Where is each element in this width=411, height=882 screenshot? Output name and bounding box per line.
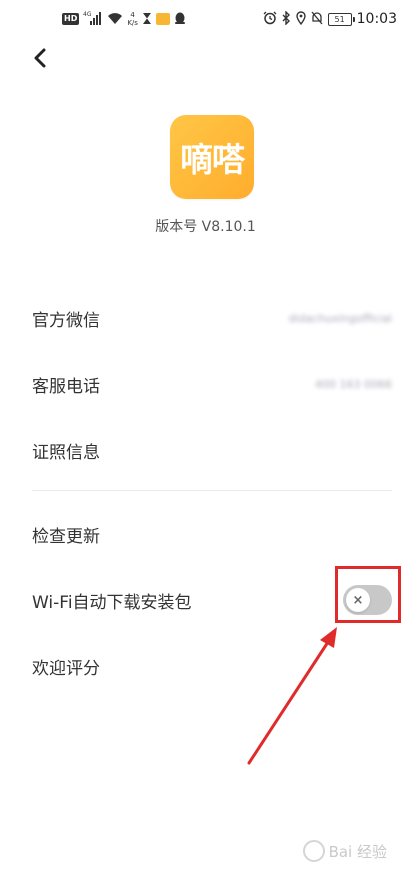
network-speed-value: 4 — [130, 11, 135, 19]
hd-badge: HD — [62, 13, 80, 25]
network-type-label: 4G — [83, 11, 92, 18]
row-official-wechat[interactable]: 官方微信 didachuxingofficial — [32, 298, 392, 338]
status-bar-right: 51 10:03 — [263, 9, 397, 29]
row-official-wechat-value: didachuxingofficial — [288, 311, 392, 325]
row-rate-us[interactable]: 欢迎评分 — [32, 646, 392, 686]
row-check-update-label: 检查更新 — [32, 526, 100, 547]
signal-icon: 4G — [83, 10, 103, 29]
row-service-phone-label: 客服电话 — [32, 376, 100, 397]
app-notification-icon — [155, 13, 170, 25]
section-divider — [32, 490, 392, 491]
version-label: 版本号 V8.10.1 — [155, 219, 256, 235]
row-wifi-auto-download: Wi-Fi自动下载安装包 — [32, 580, 332, 620]
app-logo: 嘀嗒 — [170, 115, 254, 199]
row-rate-us-label: 欢迎评分 — [32, 658, 100, 679]
watermark-text: Bai 经验 — [328, 842, 387, 861]
chevron-left-icon — [32, 47, 48, 73]
qq-penguin-icon — [174, 10, 186, 29]
baidu-paw-icon — [302, 840, 325, 862]
network-speed: 4 K/s — [127, 11, 138, 27]
row-service-phone[interactable]: 客服电话 400 163 0066 — [32, 364, 392, 404]
status-bar: HD 4G 4 K/s 51 10:03 — [0, 0, 411, 40]
app-logo-text: 嘀嗒 — [180, 140, 245, 179]
status-bar-left: HD 4G 4 K/s — [62, 10, 186, 28]
row-license-info[interactable]: 证照信息 — [32, 430, 392, 470]
row-wifi-auto-download-label: Wi-Fi自动下载安装包 — [32, 592, 192, 613]
battery-indicator: 51 — [327, 12, 355, 26]
back-button[interactable] — [26, 46, 54, 74]
location-icon — [295, 10, 306, 29]
row-service-phone-value: 400 163 0066 — [315, 377, 392, 391]
alarm-icon — [263, 10, 277, 29]
annotation-highlight-box — [335, 566, 401, 623]
row-official-wechat-label: 官方微信 — [32, 310, 100, 331]
mute-bell-icon — [311, 10, 323, 29]
wifi-icon — [107, 10, 123, 29]
hourglass-icon — [142, 10, 152, 29]
watermark: Bai 经验 — [302, 840, 387, 862]
bluetooth-icon — [282, 9, 291, 29]
clock: 10:03 — [356, 11, 397, 27]
row-license-info-label: 证照信息 — [32, 442, 100, 463]
network-speed-unit: K/s — [127, 19, 138, 27]
row-check-update[interactable]: 检查更新 — [32, 514, 392, 554]
